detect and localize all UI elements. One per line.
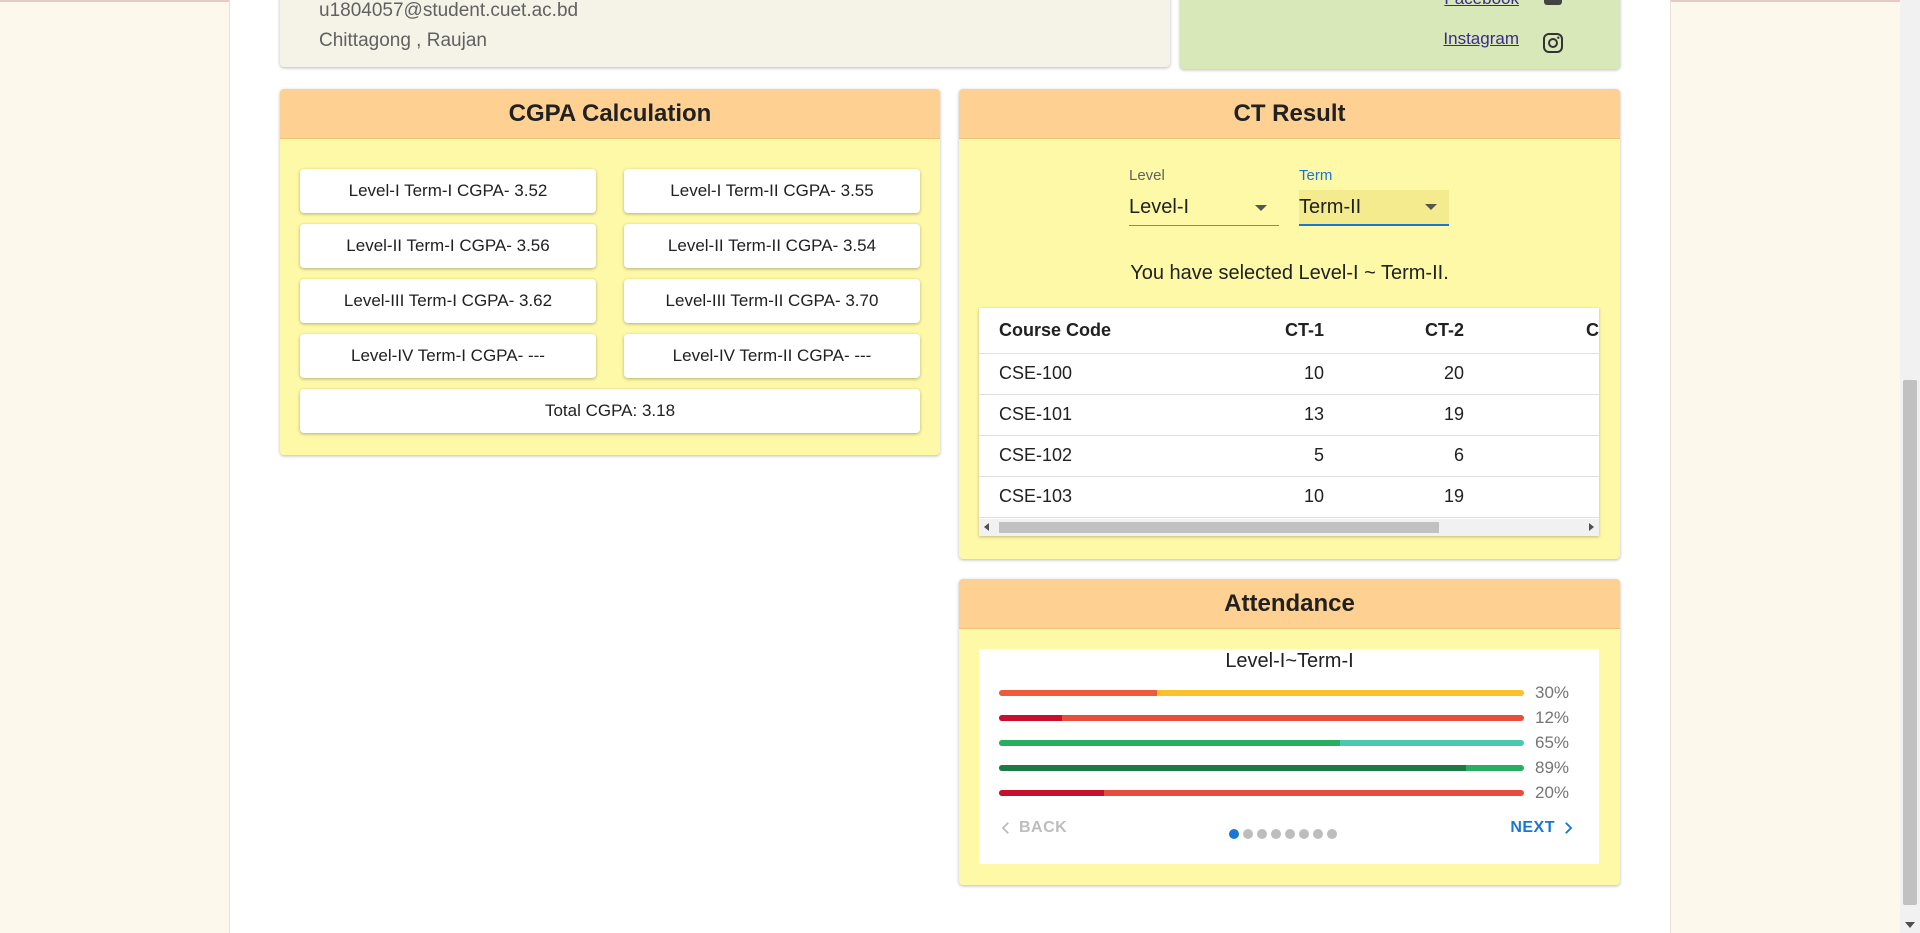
column-header: CT-1 [1224,308,1344,354]
table-header-row: Course Code CT-1 CT-2 C [979,308,1599,354]
ct1-score: 5 [1224,435,1344,477]
attendance-percent-label: 89% [1535,758,1570,777]
social-card: Facebook Instagram [1180,0,1620,69]
facebook-icon[interactable] [1541,0,1565,8]
facebook-link[interactable]: Facebook [1444,0,1519,9]
attendance-progress-bar [999,790,1524,796]
ct1-score: 10 [1224,353,1344,395]
attendance-progress-bar [999,690,1524,696]
term-value: Term-II [1299,195,1362,218]
profile-card: u1804057@student.cuet.ac.bd Chittagong ,… [280,0,1170,67]
ct2-score: 19 [1344,394,1484,436]
step-dot[interactable] [1229,829,1239,839]
step-dot[interactable] [1285,829,1295,839]
attendance-progress-bar [999,740,1524,746]
scroll-left-icon[interactable] [984,523,989,531]
back-button[interactable]: BACK [997,819,1067,837]
cgpa-title: CGPA Calculation [280,89,940,139]
chevron-down-icon [1255,204,1267,211]
chevron-down-icon [1425,204,1437,210]
attendance-percent-label: 12% [1535,708,1570,727]
cgpa-item[interactable]: Level-IV Term-I CGPA- --- [300,334,596,378]
attendance-term-title: Level-I~Term-I [1225,650,1354,672]
ct-table-container[interactable]: Course Code CT-1 CT-2 C CSE-100 10 20 CS… [979,308,1599,536]
attendance-stepper: BACK NEXT [979,802,1599,864]
instagram-link[interactable]: Instagram [1443,29,1519,49]
step-dot[interactable] [1299,829,1309,839]
scroll-down-icon[interactable] [1905,922,1915,928]
selection-message: You have selected Level-I ~ Term-II. [1130,262,1449,284]
attendance-progress-bar [999,765,1524,771]
scrollbar-thumb[interactable] [1903,380,1917,905]
attendance-percent-label: 20% [1535,783,1570,802]
course-code: CSE-102 [979,435,1224,477]
ct2-score: 6 [1344,435,1484,477]
column-header: Course Code [979,308,1224,354]
course-code: CSE-103 [979,476,1224,518]
step-dots [1229,829,1337,839]
chevron-left-icon [1001,822,1009,834]
table-row: CSE-100 10 20 [979,353,1599,395]
cgpa-item[interactable]: Level-I Term-I CGPA- 3.52 [300,169,596,213]
scroll-right-icon[interactable] [1589,523,1594,531]
attendance-progress-bar [999,715,1524,721]
total-cgpa[interactable]: Total CGPA: 3.18 [300,389,920,433]
cgpa-panel: CGPA Calculation Level-I Term-I CGPA- 3.… [280,89,940,455]
step-dot[interactable] [1271,829,1281,839]
profile-location: Chittagong , Raujan [319,30,487,51]
level-select[interactable]: Level Level-I [1129,167,1279,226]
cgpa-item[interactable]: Level-III Term-I CGPA- 3.62 [300,279,596,323]
cgpa-item[interactable]: Level-IV Term-II CGPA- --- [624,334,920,378]
step-dot[interactable] [1313,829,1323,839]
attendance-panel: Attendance Level-I~Term-I 30% 12% 65% 89% 20… [959,579,1620,885]
next-label: NEXT [1510,819,1555,836]
ct-result-panel: CT Result Level Level-I Term Term-II You… [959,89,1620,559]
chevron-right-icon [1565,822,1573,834]
ct-result-title: CT Result [959,89,1620,139]
step-dot[interactable] [1257,829,1267,839]
ct2-score: 20 [1344,353,1484,395]
back-label: BACK [1019,819,1068,836]
step-dot[interactable] [1243,829,1253,839]
level-value: Level-I [1129,196,1190,218]
course-code: CSE-100 [979,353,1224,395]
scrollbar-thumb[interactable] [999,522,1439,533]
column-header: C [1484,308,1599,354]
table-horizontal-scrollbar[interactable] [979,519,1599,536]
ct2-score: 19 [1344,476,1484,518]
cgpa-item[interactable]: Level-I Term-II CGPA- 3.55 [624,169,920,213]
step-dot[interactable] [1327,829,1337,839]
cgpa-item[interactable]: Level-II Term-II CGPA- 3.54 [624,224,920,268]
term-label: Term [1299,167,1333,184]
instagram-icon[interactable] [1541,31,1565,55]
cgpa-item[interactable]: Level-II Term-I CGPA- 3.56 [300,224,596,268]
attendance-percent-label: 30% [1535,683,1570,702]
ct1-score: 10 [1224,476,1344,518]
cgpa-item[interactable]: Level-III Term-II CGPA- 3.70 [624,279,920,323]
attendance-percent-label: 65% [1535,733,1570,752]
attendance-progress-fill [999,740,1341,746]
table-row: CSE-102 5 6 [979,435,1599,477]
column-header: CT-2 [1344,308,1484,354]
next-button[interactable]: NEXT [1510,819,1577,837]
term-select[interactable]: Term Term-II [1299,167,1449,226]
ct-table: Course Code CT-1 CT-2 C CSE-100 10 20 CS… [979,308,1599,518]
table-row: CSE-101 13 19 [979,394,1599,436]
attendance-title: Attendance [959,579,1620,629]
level-label: Level [1129,167,1165,184]
table-row: CSE-103 10 19 [979,476,1599,518]
level-field[interactable]: Level-I [1129,190,1279,226]
attendance-progress-fill [999,790,1104,796]
course-code: CSE-101 [979,394,1224,436]
profile-email: u1804057@student.cuet.ac.bd [319,0,579,21]
attendance-progress-fill [999,765,1467,771]
attendance-progress-fill [999,690,1157,696]
term-field[interactable]: Term-II [1299,190,1449,226]
attendance-progress-fill [999,715,1062,721]
page-vertical-scrollbar[interactable] [1900,0,1920,933]
ct1-score: 13 [1224,394,1344,436]
